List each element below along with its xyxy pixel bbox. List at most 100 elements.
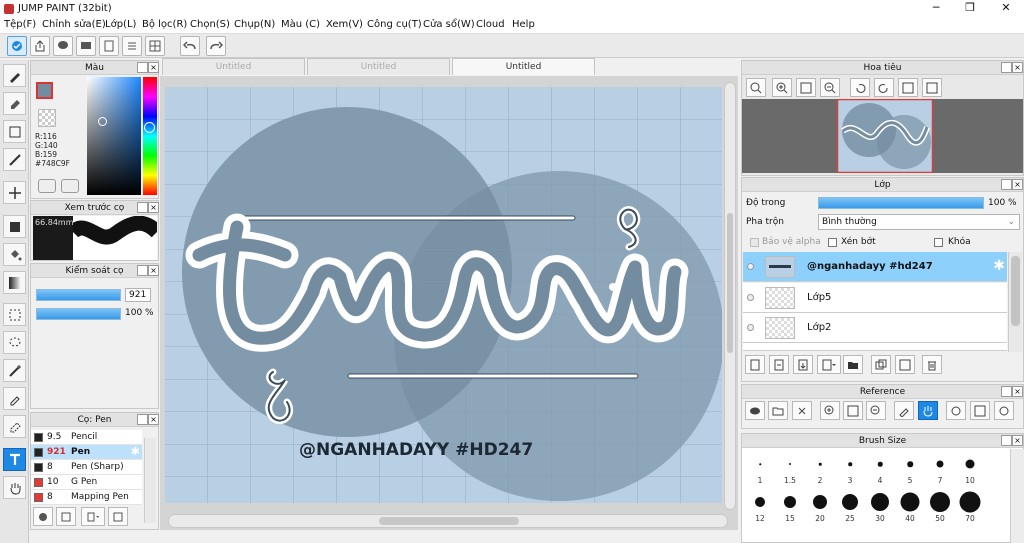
layer-list-scrollbar[interactable]: [1008, 252, 1022, 352]
panel-close-icon[interactable]: ×: [1012, 62, 1023, 73]
current-color-swatch[interactable]: [36, 82, 53, 99]
drawing-canvas[interactable]: @NGANHADAYY #HD247: [165, 87, 722, 503]
panel-float-icon[interactable]: [1001, 386, 1012, 397]
menu-color[interactable]: Màu (C): [281, 19, 320, 30]
panel-float-icon[interactable]: [137, 414, 148, 425]
menu-filter[interactable]: Bộ lọc(R): [142, 19, 187, 30]
brush-settings-icon[interactable]: [108, 507, 128, 526]
layer-row[interactable]: Lớp5: [743, 283, 1007, 313]
check-icon[interactable]: [7, 36, 27, 56]
grid-icon[interactable]: [145, 36, 165, 56]
menu-edit[interactable]: Chỉnh sửa(E): [42, 19, 106, 30]
document-icon[interactable]: [99, 36, 119, 56]
list-icon[interactable]: [122, 36, 142, 56]
panel-close-icon[interactable]: ×: [148, 202, 159, 213]
blend-mode-select[interactable]: Bình thường ⌄: [818, 214, 1020, 230]
add-layer-menu-icon[interactable]: [817, 355, 841, 374]
panel-close-icon[interactable]: ×: [1012, 435, 1023, 446]
menu-window[interactable]: Cửa sổ(W): [423, 19, 475, 30]
brush-size-scrollbar[interactable]: [1010, 449, 1024, 543]
tab-untitled-3[interactable]: Untitled: [452, 58, 595, 75]
fit-screen-icon[interactable]: [843, 401, 863, 420]
open-folder-icon[interactable]: [768, 401, 788, 420]
visibility-eye-icon[interactable]: [747, 263, 754, 270]
bucket-tool-icon[interactable]: [3, 243, 26, 266]
reset-view-icon[interactable]: [922, 78, 942, 97]
layer-opacity-slider[interactable]: [818, 197, 984, 209]
navigator-thumbnail[interactable]: [837, 99, 933, 173]
flip-icon[interactable]: [970, 401, 990, 420]
brush-size-option[interactable]: 50: [925, 487, 955, 523]
panel-float-icon[interactable]: [137, 202, 148, 213]
restore-button[interactable]: ❐: [956, 1, 984, 15]
move-tool-icon[interactable]: [3, 181, 26, 204]
brush-size-option[interactable]: 15: [775, 487, 805, 523]
color-palette-button[interactable]: [61, 179, 79, 193]
flip-icon[interactable]: [898, 78, 918, 97]
hue-slider[interactable]: [143, 77, 157, 195]
fill-rect-icon[interactable]: [3, 215, 26, 238]
menu-file[interactable]: Tệp(F): [4, 19, 36, 30]
brush-size-option[interactable]: 2: [805, 449, 835, 485]
select-pen-icon[interactable]: [3, 387, 26, 410]
brush-size-option[interactable]: 40: [895, 487, 925, 523]
pen-item-pencil[interactable]: 9.5 Pencil: [31, 430, 142, 445]
layer-row[interactable]: Lớp2: [743, 313, 1007, 343]
panel-float-icon[interactable]: [137, 62, 148, 73]
pen-item-mapping-pen[interactable]: 8 Mapping Pen: [31, 490, 142, 505]
panel-float-icon[interactable]: [1001, 435, 1012, 446]
zoom-in-icon[interactable]: [746, 78, 766, 97]
transparent-swatch[interactable]: [38, 109, 56, 127]
panel-float-icon[interactable]: [137, 265, 148, 276]
hand-tool-icon[interactable]: [3, 476, 26, 499]
rotate-right-icon[interactable]: [874, 78, 894, 97]
add-brush-icon[interactable]: [33, 507, 53, 526]
color-wheel-button[interactable]: [38, 179, 56, 193]
new-layer-folder-icon[interactable]: [769, 355, 789, 374]
lasso-tool-icon[interactable]: [3, 331, 26, 354]
brush-size-option[interactable]: 25: [835, 487, 865, 523]
panel-close-icon[interactable]: ×: [148, 62, 159, 73]
vertical-scrollbar[interactable]: [724, 82, 736, 510]
zoom-out-icon[interactable]: [866, 401, 886, 420]
rotate-left-icon[interactable]: [850, 78, 870, 97]
pen-item-pen[interactable]: 921 Pen ✱: [31, 445, 142, 460]
clipping-checkbox[interactable]: [828, 238, 837, 247]
redo-icon[interactable]: [206, 36, 226, 56]
merge-layer-icon[interactable]: [871, 355, 891, 374]
visibility-eye-icon[interactable]: [747, 294, 754, 301]
panel-close-icon[interactable]: ×: [1012, 386, 1023, 397]
panel-float-icon[interactable]: [1001, 179, 1012, 190]
tab-untitled-1[interactable]: Untitled: [162, 58, 305, 75]
close-button[interactable]: ✕: [992, 1, 1020, 15]
menu-tools[interactable]: Công cụ(T): [367, 19, 422, 30]
hand-icon[interactable]: [918, 401, 938, 420]
gradient-tool-icon[interactable]: [3, 271, 26, 294]
new-brush-icon[interactable]: [56, 507, 76, 526]
brush-size-option[interactable]: 4: [865, 449, 895, 485]
cloud-upload-icon[interactable]: [745, 401, 765, 420]
menu-cloud[interactable]: Cloud: [476, 19, 505, 30]
lock-checkbox[interactable]: [934, 238, 943, 247]
line-tool-icon[interactable]: [3, 148, 26, 171]
brush-size-option[interactable]: 7: [925, 449, 955, 485]
menu-select[interactable]: Chọn(S): [190, 19, 230, 30]
gear-icon[interactable]: ✱: [993, 258, 1005, 274]
minimize-button[interactable]: ─: [922, 1, 950, 15]
eyedropper-icon[interactable]: [894, 401, 914, 420]
message-icon[interactable]: [76, 36, 96, 56]
brush-size-option[interactable]: 10: [955, 449, 985, 485]
brush-opacity-slider[interactable]: [36, 308, 121, 320]
brush-size-option[interactable]: 1: [745, 449, 775, 485]
layer-mask-icon[interactable]: [895, 355, 915, 374]
brush-tool-icon[interactable]: [3, 64, 26, 87]
zoom-in-icon[interactable]: [820, 401, 840, 420]
layer-row[interactable]: [743, 343, 1007, 351]
visibility-eye-icon[interactable]: [747, 324, 754, 331]
brush-size-slider[interactable]: [36, 289, 121, 301]
menu-layer[interactable]: Lớp(L): [105, 19, 136, 30]
folder-icon[interactable]: [843, 355, 863, 374]
brush-size-option[interactable]: 70: [955, 487, 985, 523]
pen-list-scrollbar[interactable]: [144, 438, 156, 523]
rect-select-icon[interactable]: [3, 120, 26, 143]
